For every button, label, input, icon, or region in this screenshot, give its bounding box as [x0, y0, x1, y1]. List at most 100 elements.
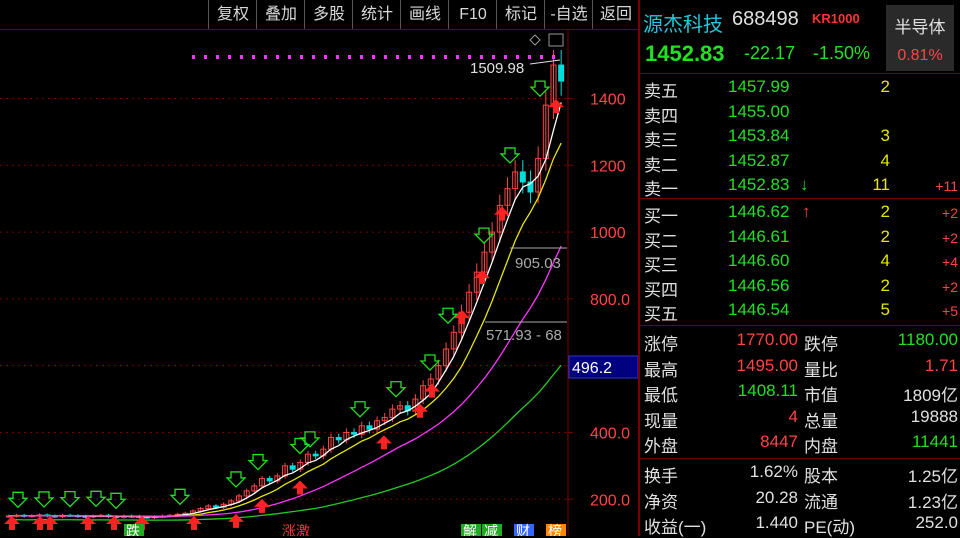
diamond-icon: [529, 34, 541, 46]
stat-value: 252.0: [915, 513, 958, 532]
price-change-pct: -1.50%: [813, 43, 871, 63]
buy-signal-arrow-icon: [424, 383, 440, 398]
ask-row[interactable]: 卖一 1452.83 11 +11 ↓: [640, 173, 960, 199]
stat-row: 换手 1.62% 股本 1.25亿: [640, 460, 960, 486]
toolbar-button-2[interactable]: 多股: [304, 0, 353, 29]
y-tick-label: 1200: [590, 158, 626, 175]
ask-label: 卖一: [644, 180, 678, 199]
ask-volume: 2: [880, 77, 890, 96]
ask-row[interactable]: 卖二 1452.87 4: [640, 149, 960, 175]
y-tick-label: 400.0: [590, 425, 630, 442]
candle-body: [212, 505, 219, 508]
toolbar-button-0[interactable]: 复权: [208, 0, 257, 29]
stat-value: 1.440: [755, 513, 798, 532]
ask-row[interactable]: 卖四 1455.00: [640, 100, 960, 126]
bid-volume: 5: [880, 300, 890, 319]
candle-body: [335, 436, 342, 441]
stat-value: 1.25亿: [907, 467, 958, 486]
bid-delta: +4: [942, 254, 958, 270]
ask-price: 1457.99: [728, 77, 790, 96]
candle-body: [266, 478, 273, 482]
sell-signal-arrow-icon: [225, 471, 247, 488]
sell-signal-arrow-icon: [437, 307, 459, 325]
last-price: 1452.83: [645, 41, 725, 66]
buy-signal-arrow-icon: [42, 516, 58, 530]
bid-price: 1446.62: [728, 202, 790, 221]
bid-price: 1446.56: [728, 275, 790, 295]
level-annotation: 905.03: [515, 255, 561, 272]
candle-body: [351, 431, 358, 435]
toolbar-button-4[interactable]: 画线: [400, 0, 449, 29]
ask-delta: +11: [935, 178, 958, 194]
stat-row: 收益(一) 1.440 PE(动) 252.0: [640, 511, 960, 537]
stat-row: 现量 4 总量 19888: [640, 405, 960, 431]
toolbar-button-1[interactable]: 叠加: [256, 0, 305, 29]
ask-price: 1453.84: [728, 126, 790, 145]
bid-delta: +2: [942, 229, 958, 246]
buy-signal-arrow-icon: [376, 435, 392, 450]
bid-row[interactable]: 买四 1446.56 2 +2: [640, 274, 960, 300]
toolbar-button-5[interactable]: F10: [448, 0, 497, 29]
bid-row[interactable]: 买三 1446.60 4 +4: [640, 249, 960, 275]
candle-body: [312, 453, 319, 457]
toolbar-button-6[interactable]: 标记: [496, 0, 545, 29]
sector-name: 半导体: [894, 18, 946, 37]
stat-label: 外盘: [644, 437, 678, 456]
stat-label: 跌停: [804, 335, 838, 354]
sell-signal-arrow-icon: [7, 491, 29, 509]
y-tick-label: 1400: [590, 91, 626, 108]
separator-line: [640, 325, 960, 326]
stock-code: 688498: [732, 8, 799, 30]
bid-price: 1446.61: [728, 226, 790, 246]
sell-signal-arrow-icon: [473, 227, 495, 245]
candle-body: [558, 64, 565, 82]
current-price-label: 496.2: [572, 360, 612, 377]
bid-volume: 4: [880, 251, 890, 270]
stat-value: 8447: [760, 432, 798, 451]
kline-chart[interactable]: 200.0400.0600.0800.01000120014001509.989…: [0, 30, 638, 536]
up-arrow-icon: ↑: [802, 202, 811, 221]
stat-value: 1809亿: [903, 386, 958, 405]
stat-label: 最低: [644, 386, 678, 405]
stat-label: 收益(一): [644, 518, 707, 537]
ask-label: 卖四: [644, 106, 678, 126]
stat-label: 净资: [644, 492, 678, 512]
bid-delta: +2: [942, 278, 958, 295]
toolbar-button-3[interactable]: 统计: [352, 0, 401, 29]
bid-label: 买四: [644, 280, 678, 300]
bid-row[interactable]: 买二 1446.61 2 +2: [640, 225, 960, 251]
y-tick-label: 1000: [590, 225, 626, 242]
ask-volume: 3: [880, 126, 890, 145]
price-change: -22.17: [744, 43, 796, 63]
ask-row[interactable]: 卖五 1457.99 2: [640, 75, 960, 101]
quote-panel: 源杰科技 688498 KR1000 半导体 0.81% 1452.83 -22…: [640, 0, 960, 537]
stat-value: 1408.11: [737, 381, 798, 400]
stat-label: 现量: [644, 411, 678, 431]
bid-volume: 2: [880, 275, 890, 295]
candle-body: [519, 171, 526, 183]
bid-row[interactable]: 买一 1446.62 2 +2 ↑: [640, 200, 960, 226]
ask-row[interactable]: 卖三 1453.84 3: [640, 124, 960, 150]
event-tag-label: 减: [484, 524, 498, 536]
sell-signal-arrow-icon: [289, 437, 311, 455]
stat-label: 换手: [644, 467, 678, 486]
stat-label: 最高: [644, 360, 678, 380]
bid-row[interactable]: 买五 1446.54 5 +5: [640, 298, 960, 324]
sector-box[interactable]: 半导体 0.81%: [886, 5, 954, 71]
stat-row: 涨停 1770.00 跌停 1180.00: [640, 328, 960, 354]
toolbar-button-8[interactable]: 返回: [592, 0, 639, 29]
toolbar-button-7[interactable]: -自选: [544, 0, 593, 29]
bid-label: 买二: [644, 231, 678, 251]
stat-label: PE(动): [804, 518, 855, 537]
stat-value: 1180.00: [897, 330, 958, 349]
ask-volume: 4: [880, 150, 890, 170]
stat-label: 内盘: [804, 437, 838, 456]
ask-volume: 11: [872, 175, 890, 194]
stock-tag: KR1000: [812, 11, 860, 26]
sell-signal-arrow-icon: [59, 490, 81, 508]
stock-name: 源杰科技: [643, 14, 723, 36]
stat-row: 最高 1495.00 量比 1.71: [640, 354, 960, 380]
ma10-line: [8, 142, 562, 518]
stat-row: 外盘 8447 内盘 11441: [640, 430, 960, 456]
stat-value: 1.71: [924, 355, 958, 375]
